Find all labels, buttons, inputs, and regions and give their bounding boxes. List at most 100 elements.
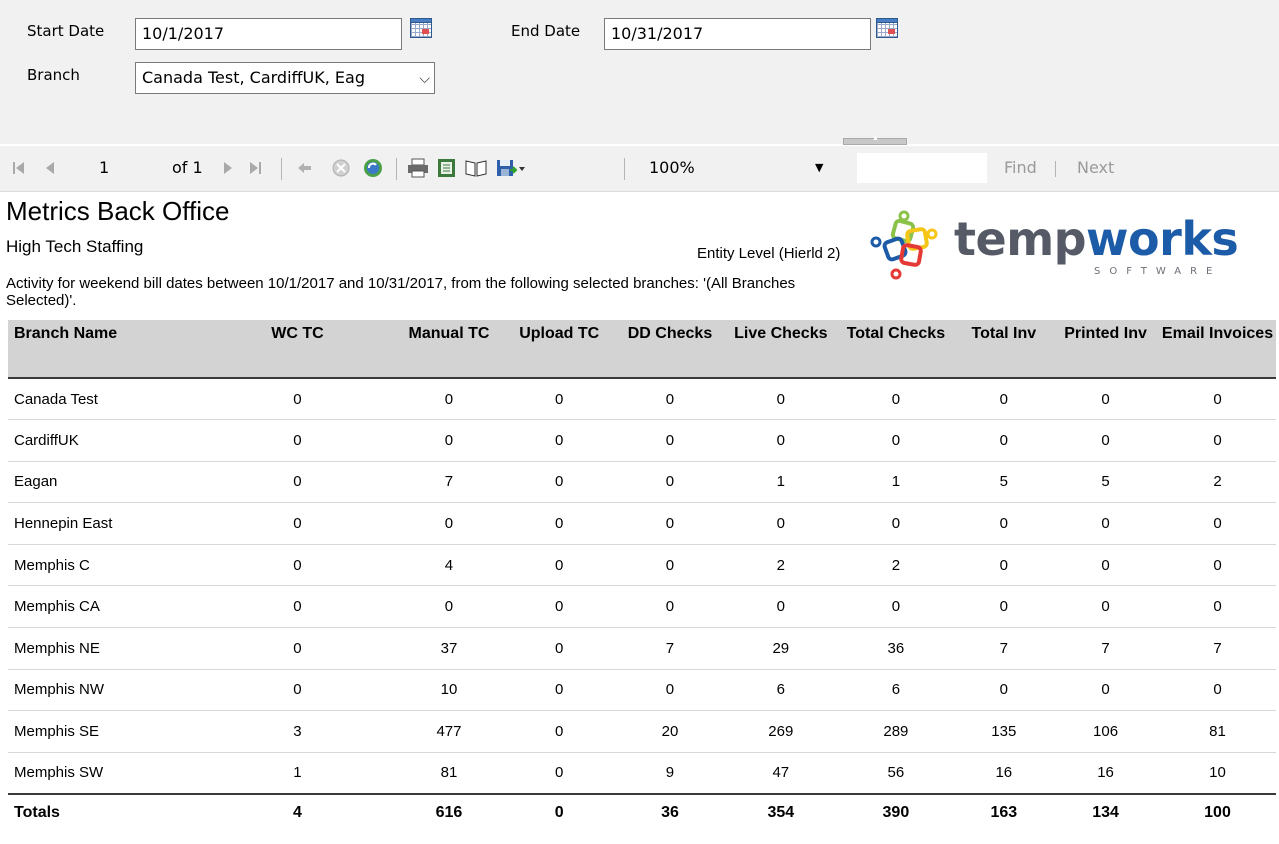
value-cell: 0 [614,502,726,545]
zoom-dropdown-icon: ▼ [815,161,824,174]
page-count: of 1 [172,158,203,177]
value-cell: 0 [725,378,837,421]
logo-tagline: SOFTWARE [1094,266,1222,277]
value-cell: 9 [614,752,726,795]
value-cell: 7 [955,627,1053,670]
report-body: Metrics Back Office High Tech Staffing E… [0,192,1279,844]
value-cell: 0 [503,502,615,545]
value-cell: 5 [955,461,1053,504]
table-row: CardiffUK 0 0 0 0 0 0 0 0 0 [8,419,1276,462]
table-row: Memphis NE 0 37 0 7 29 36 7 7 7 [8,627,1276,670]
column-header: Total Inv [955,320,1053,379]
value-cell: 0 [503,669,615,712]
next-page-icon[interactable] [222,158,234,178]
zoom-select[interactable]: 100% ▼ [640,152,840,184]
branch-select[interactable]: Canada Test, CardiffUK, Eag ⌵ [135,62,435,94]
stop-icon[interactable] [330,158,352,178]
total-cell: 354 [767,804,795,822]
totals-label: Totals [14,804,60,822]
last-page-icon[interactable] [248,158,262,178]
value-cell: 0 [200,627,395,670]
value-cell: 0 [200,502,395,545]
column-header: DD Checks [614,320,726,379]
collapse-parameters-handle[interactable]: ▲ [843,135,907,145]
value-cell: 0 [1052,544,1160,587]
value-cell: 0 [1052,502,1160,545]
end-date-input[interactable]: 10/31/2017 [604,18,871,50]
value-cell: 1 [200,752,395,795]
value-cell: 0 [394,419,504,462]
branch-name-cell: Memphis SE [8,710,201,753]
previous-page-icon[interactable] [44,158,56,178]
column-header: Manual TC [394,320,504,379]
value-cell: 0 [614,669,726,712]
branch-name-cell: Memphis SW [8,752,201,795]
value-cell: 0 [1052,669,1160,712]
refresh-icon[interactable] [362,158,384,178]
value-cell: 0 [394,585,504,629]
find-link[interactable]: Find [1004,158,1037,178]
value-cell: 5 [1052,461,1160,504]
start-date-calendar-icon[interactable] [410,18,432,38]
value-cell: 0 [1052,378,1160,421]
total-cell: 100 [1204,804,1231,822]
value-cell: 0 [1159,378,1276,421]
column-header: Total Checks [836,320,956,379]
print-layout-icon[interactable] [465,158,487,178]
branch-name-cell: Memphis CA [8,585,201,629]
page-number-input[interactable]: 1 [99,158,109,178]
value-cell: 0 [955,544,1053,587]
export-icon[interactable] [496,158,526,178]
start-date-input[interactable]: 10/1/2017 [135,18,402,50]
column-header: Upload TC [503,320,615,379]
table-body: Canada Test 0 0 0 0 0 0 0 0 0 CardiffUK 0 0 0 0 0 0 0 0 0 Ea… [8,378,1276,795]
value-cell: 2 [836,544,956,587]
value-cell: 0 [1052,585,1160,629]
table-row: Memphis CA 0 0 0 0 0 0 0 0 0 [8,585,1276,629]
value-cell: 0 [614,378,726,421]
value-cell: 0 [503,544,615,587]
value-cell: 0 [1159,585,1276,629]
page-setup-icon[interactable] [436,158,458,178]
tempworks-logo: tempworks SOFTWARE [866,200,1239,292]
value-cell: 0 [614,544,726,587]
value-cell: 0 [503,378,615,421]
value-cell: 81 [394,752,504,795]
collapse-arrow-icon: ▲ [872,135,879,142]
branch-name-cell: Canada Test [8,378,201,421]
value-cell: 0 [200,544,395,587]
report-title: Metrics Back Office [6,196,230,226]
value-cell: 1 [725,461,837,504]
value-cell: 56 [836,752,956,795]
value-cell: 10 [1159,752,1276,795]
value-cell: 0 [394,378,504,421]
column-header: WC TC [200,320,395,379]
find-input[interactable] [856,152,988,184]
value-cell: 0 [1159,544,1276,587]
value-cell: 10 [394,669,504,712]
entity-level: Entity Level (Hierld 2) [697,245,841,262]
back-icon[interactable] [296,158,314,178]
column-header: Email Invoices [1159,320,1276,379]
value-cell: 6 [725,669,837,712]
value-cell: 0 [1159,419,1276,462]
value-cell: 0 [614,585,726,629]
total-cell: 134 [1092,804,1119,822]
value-cell: 0 [955,585,1053,629]
zoom-value: 100% [649,158,695,177]
value-cell: 0 [200,419,395,462]
value-cell: 16 [1052,752,1160,795]
column-header: Branch Name [8,320,201,379]
value-cell: 0 [836,585,956,629]
print-icon[interactable] [407,158,429,178]
column-header: Printed Inv [1052,320,1160,379]
value-cell: 0 [200,585,395,629]
start-date-label: Start Date [27,22,105,40]
table-row: Memphis SW 1 81 0 9 47 56 16 16 10 [8,752,1276,795]
chevron-down-icon: ⌵ [419,71,430,87]
next-link[interactable]: Next [1077,158,1114,178]
end-date-calendar-icon[interactable] [876,18,898,38]
first-page-icon[interactable] [12,158,26,178]
value-cell: 289 [836,710,956,753]
column-header: Live Checks [725,320,837,379]
